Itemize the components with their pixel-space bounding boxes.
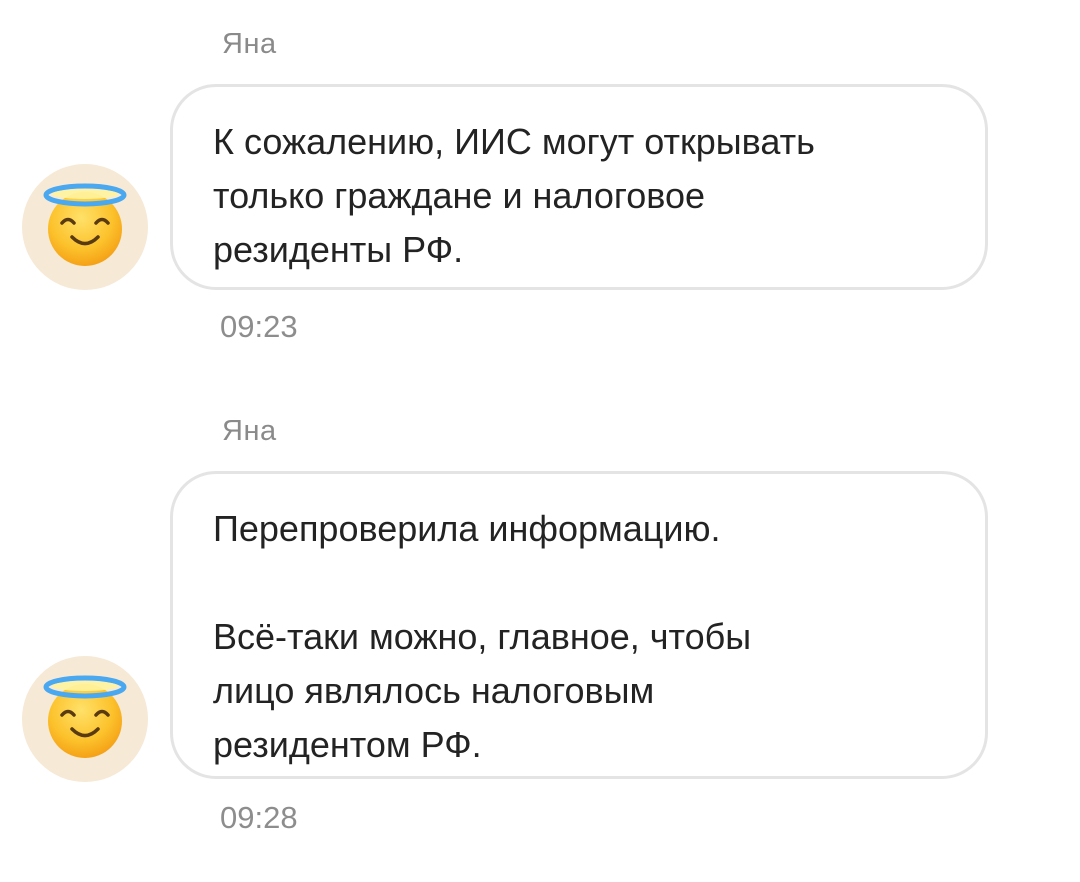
sender-name: Яна bbox=[222, 28, 277, 60]
message-bubble[interactable]: К сожалению, ИИС могут открывать только … bbox=[170, 84, 988, 290]
message-bubble[interactable]: Перепроверила информацию. Всё-таки можно… bbox=[170, 471, 988, 779]
message-time: 09:28 bbox=[220, 800, 298, 835]
message-text: Перепроверила информацию. bbox=[213, 508, 721, 549]
message-time: 09:23 bbox=[220, 309, 298, 344]
avatar[interactable] bbox=[22, 164, 148, 290]
smiling-face-with-halo-icon bbox=[43, 183, 127, 266]
sender-name: Яна bbox=[222, 415, 277, 447]
message-text: К сожалению, ИИС могут открывать только … bbox=[213, 121, 815, 270]
avatar[interactable] bbox=[22, 656, 148, 782]
smiling-face-with-halo-icon bbox=[43, 675, 127, 758]
message-text: Всё-таки можно, главное, чтобы лицо явля… bbox=[213, 616, 752, 765]
